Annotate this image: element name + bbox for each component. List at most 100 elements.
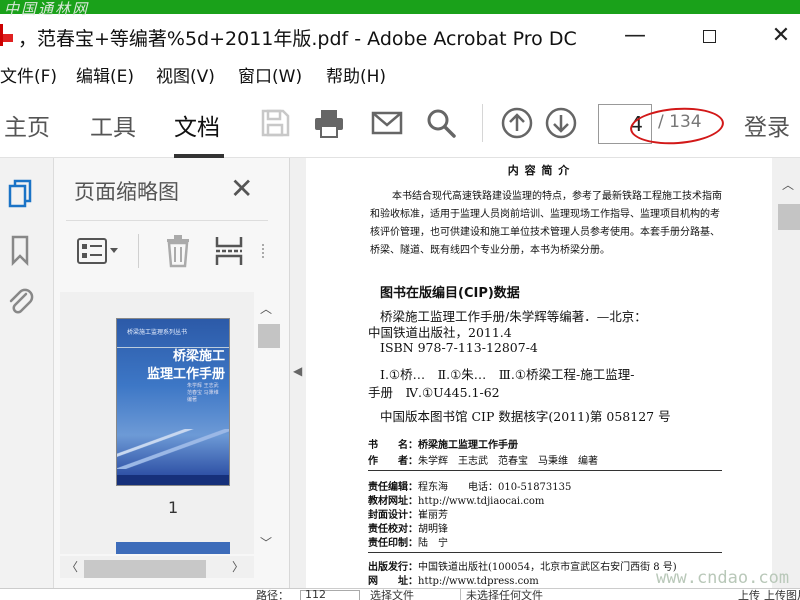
login-button[interactable]: 登录 — [744, 108, 790, 142]
document-vertical-scrollbar[interactable]: ︿ — [772, 158, 800, 588]
cover-title-line1: 桥梁施工 — [173, 349, 226, 364]
horizontal-scroll-thumb[interactable] — [84, 560, 206, 578]
cip-line: 中国铁道出版社，2011.4 — [368, 325, 512, 340]
cip-number: 中国版本图书馆 CIP 数据核字(2011)第 058127 号 — [380, 409, 671, 424]
book-name-row: 书 名：桥梁施工监理工作手册 — [368, 436, 518, 451]
minimize-button[interactable]: — — [620, 22, 650, 50]
maximize-icon — [702, 29, 716, 43]
path-field[interactable]: 112 — [300, 588, 360, 600]
page-1-number: 1 — [168, 498, 179, 517]
doc-scroll-thumb[interactable] — [778, 204, 800, 230]
row-label: 作 者： — [368, 456, 418, 467]
pdf-page: 内 容 简 介 本书结合现代高速铁路建设监理的特点，参考了最新铁路工程施工技术指… — [306, 158, 772, 588]
cover-authors: 朱学辉 王志武 范春宝 马秉维 编著 — [187, 383, 219, 404]
extract-pages-icon[interactable] — [214, 234, 244, 268]
row-value: http://www.tdpress.com — [418, 576, 539, 587]
toolbar-separator — [482, 104, 483, 142]
acrobat-file-icon — [0, 24, 14, 46]
collapse-panel-arrow-icon[interactable]: ◀ — [293, 364, 302, 378]
page-thumbnails-panel: 页面缩略图 ✕ 桥梁施工监理系列丛书 桥梁施工 监理工作手册 朱学辉 王志武 范… — [54, 158, 290, 588]
menu-view[interactable]: 视图(V) — [156, 62, 215, 87]
tab-tools[interactable]: 工具 — [90, 108, 136, 142]
thumbnail-toolbar — [54, 228, 290, 274]
page-rule — [368, 470, 722, 471]
thumbnail-list: 桥梁施工监理系列丛书 桥梁施工 监理工作手册 朱学辉 王志武 范春宝 马秉维 编… — [60, 292, 254, 554]
cip-classification: Ⅰ.①桥… Ⅱ.①朱… Ⅲ.①桥梁工程-施工监理- — [380, 367, 635, 382]
thumbnail-vertical-scrollbar[interactable]: ︿ ﹀ — [254, 296, 280, 552]
scroll-down-arrow-icon[interactable]: ﹀ — [260, 534, 272, 551]
attachment-icon[interactable] — [6, 286, 34, 318]
cover-design-row: 封面设计：崔丽芳 — [368, 506, 448, 521]
page-1-thumbnail[interactable]: 桥梁施工监理系列丛书 桥梁施工 监理工作手册 朱学辉 王志武 范春宝 马秉维 编… — [116, 318, 230, 486]
panel-splitter[interactable]: ◀ — [290, 158, 306, 588]
publisher-web-row: 网 址：http://www.tdpress.com — [368, 572, 539, 587]
close-panel-button[interactable]: ✕ — [230, 172, 253, 205]
watermark-top-left: 中国通林网 — [4, 0, 90, 18]
menu-edit[interactable]: 编辑(E) — [76, 62, 134, 87]
status-separator — [460, 589, 461, 600]
menu-window[interactable]: 窗口(W) — [238, 62, 302, 87]
page-2-thumbnail[interactable] — [116, 542, 230, 554]
row-value: 桥梁施工监理工作手册 — [418, 440, 518, 451]
no-file-label: 未选择任何文件 — [466, 589, 543, 600]
printing-row: 责任印制：陆 宁 — [368, 534, 448, 549]
tab-document[interactable]: 文档 — [174, 108, 220, 142]
scroll-up-arrow-icon[interactable]: ︿ — [260, 300, 272, 317]
cover-series-text: 桥梁施工监理系列丛书 — [127, 329, 188, 336]
row-label: 责任印制： — [368, 538, 418, 549]
scroll-left-arrow-icon[interactable]: 〈 — [66, 558, 78, 575]
print-icon[interactable] — [312, 106, 346, 140]
path-label: 路径： — [256, 589, 289, 600]
upload-button[interactable]: 上传 — [738, 589, 760, 600]
row-value: 朱学辉 王志武 范春宝 马秉维 编著 — [418, 456, 598, 467]
row-label: 书 名： — [368, 440, 418, 451]
next-page-icon[interactable] — [544, 106, 578, 140]
thumbnail-horizontal-scrollbar[interactable]: 〈 〉 — [60, 556, 254, 578]
delete-page-icon[interactable] — [164, 234, 192, 268]
publisher-row: 出版发行：中国铁道出版社(100054，北京市宣武区右安门西街 8 号) — [368, 558, 677, 573]
close-window-button[interactable]: ✕ — [766, 22, 796, 50]
upload-image-label: 上传图片 — [764, 589, 800, 600]
cip-title: 图书在版编目(CIP)数据 — [380, 286, 520, 301]
path-value: 112 — [305, 588, 326, 600]
email-icon[interactable] — [370, 106, 404, 140]
status-bar: 路径： 112 选择文件 未选择任何文件 上传 上传图片 — [0, 588, 800, 600]
thumbnail-toolbar-separator — [138, 234, 139, 268]
scroll-right-arrow-icon[interactable]: 〉 — [232, 558, 244, 575]
cover-author-line: 范春宝 马秉维 — [187, 390, 219, 396]
page-intro-paragraph: 本书结合现代高速铁路建设监理的特点，参考了最新铁路工程施工技术指南和验收标准，适… — [370, 191, 722, 256]
navigation-rail — [0, 158, 54, 588]
top-accent-bar — [0, 0, 800, 14]
toolbar-overflow-icon[interactable] — [262, 244, 265, 258]
tab-home[interactable]: 主页 — [4, 108, 50, 142]
window-title: ，范春宝+等编著%5d+2011年版.pdf - Adobe Acrobat P… — [18, 28, 577, 50]
menu-file[interactable]: 文件(F) — [0, 62, 57, 87]
bookmark-icon[interactable] — [6, 234, 34, 266]
pages-icon[interactable] — [6, 178, 34, 210]
author-row: 作 者：朱学辉 王志武 范春宝 马秉维 编著 — [368, 452, 598, 467]
panel-divider — [66, 220, 268, 221]
website-row: 教材网址：http://www.tdjiaocai.com — [368, 492, 544, 507]
cip-isbn: ISBN 978-7-113-12807-4 — [380, 340, 538, 355]
cover-author-line: 朱学辉 王志武 — [187, 383, 219, 389]
document-view[interactable]: 内 容 简 介 本书结合现代高速铁路建设监理的特点，参考了最新铁路工程施工技术指… — [306, 158, 800, 588]
row-value: 陆 宁 — [418, 538, 448, 549]
search-icon[interactable] — [424, 106, 458, 140]
page-heading: 内 容 简 介 — [507, 164, 571, 177]
watermark-bottom-right: www.cndao.com — [656, 568, 790, 588]
cover-author-line: 编著 — [187, 397, 198, 403]
save-icon[interactable] — [258, 106, 292, 140]
select-file-button[interactable]: 选择文件 — [370, 589, 414, 600]
menu-bar: 文件(F) 编辑(E) 视图(V) 窗口(W) 帮助(H) — [0, 58, 800, 142]
maximize-button[interactable] — [694, 22, 724, 50]
doc-scroll-up-arrow-icon[interactable]: ︿ — [782, 176, 794, 193]
cip-classification: 手册 Ⅳ.①U445.1-62 — [368, 385, 500, 400]
previous-page-icon[interactable] — [500, 106, 534, 140]
cover-bottom-band — [117, 475, 229, 485]
menu-help[interactable]: 帮助(H) — [326, 62, 386, 87]
row-label: 网 址： — [368, 576, 418, 587]
thumbnail-options-icon[interactable] — [76, 236, 122, 266]
window-titlebar: ，范春宝+等编著%5d+2011年版.pdf - Adobe Acrobat P… — [0, 14, 800, 58]
thumbnail-scroll-thumb[interactable] — [258, 324, 280, 348]
panel-title: 页面缩略图 — [74, 180, 179, 204]
